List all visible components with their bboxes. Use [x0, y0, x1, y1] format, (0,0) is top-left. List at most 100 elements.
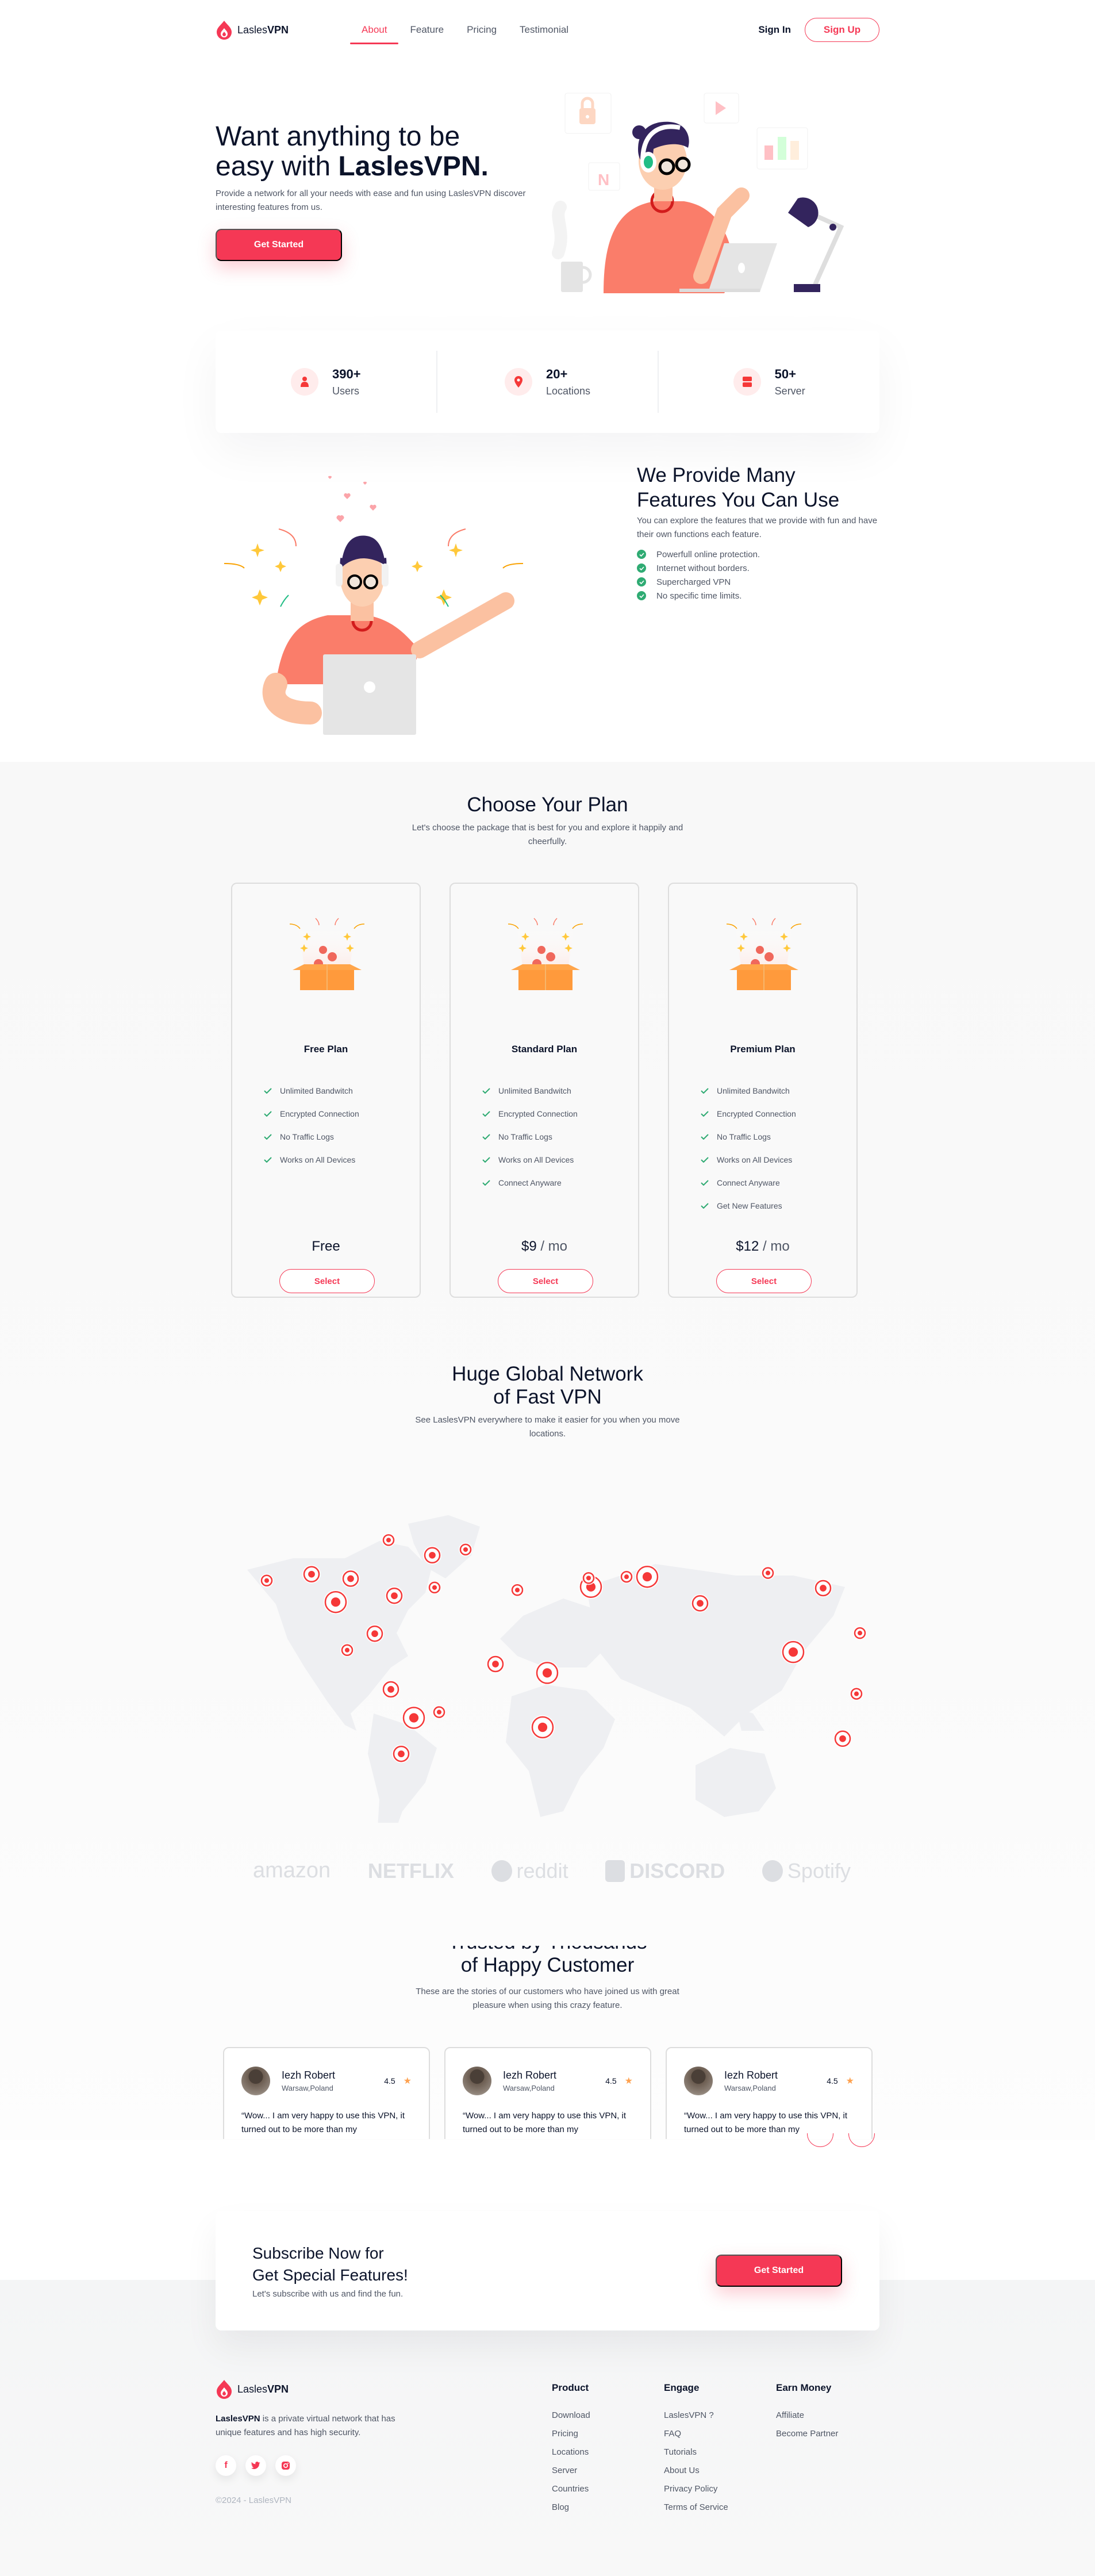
server-pin[interactable] — [761, 1566, 775, 1580]
plan-select-button[interactable]: Select — [716, 1269, 812, 1293]
stat-locations: 20+ Locations — [437, 351, 659, 413]
server-pin[interactable] — [423, 1546, 441, 1565]
testimonials-subtitle: These are the stories of our customers w… — [393, 1985, 703, 2012]
server-pin[interactable] — [260, 1573, 274, 1588]
partner-reddit-label: reddit — [516, 1858, 568, 1883]
server-pin[interactable] — [781, 1640, 805, 1665]
footer-link[interactable]: Become Partner — [776, 2428, 838, 2440]
reviewer-name: Iezh Robert — [724, 2069, 778, 2081]
server-pin[interactable] — [531, 1715, 555, 1739]
plan-feature: Works on All Devices — [482, 1148, 578, 1171]
twitter-icon[interactable] — [245, 2455, 266, 2476]
plan-price-period: / mo — [536, 1239, 568, 1254]
network-subtitle-line1: See LaslesVPN everywhere to make it easi… — [415, 1415, 680, 1425]
avatar — [241, 2067, 270, 2095]
server-pin[interactable] — [833, 1729, 852, 1748]
server-pin[interactable] — [814, 1579, 832, 1597]
footer-column-title: Engage — [664, 2382, 700, 2393]
stat-server-value: 50+ — [774, 366, 796, 381]
server-pin[interactable] — [382, 1533, 395, 1547]
footer-link[interactable]: LaslesVPN ? — [664, 2410, 728, 2421]
plan-feature-label: No Traffic Logs — [280, 1132, 334, 1141]
footer-link[interactable]: Server — [552, 2465, 590, 2477]
plan-feature: Works on All Devices — [701, 1148, 796, 1171]
footer-link[interactable]: Download — [552, 2410, 590, 2421]
server-pin[interactable] — [385, 1586, 404, 1605]
footer-link[interactable]: About Us — [664, 2465, 728, 2477]
plan-price: $9 / mo — [451, 1239, 638, 1255]
hero-title-brand: LaslesVPN. — [338, 151, 489, 182]
stat-users-label: Users — [332, 385, 360, 397]
check-icon — [701, 1155, 709, 1164]
sign-up-button[interactable]: Sign Up — [805, 18, 879, 42]
server-pin[interactable] — [582, 1571, 595, 1585]
copyright: ©2024 - LaslesVPN — [216, 2496, 291, 2505]
footer-link[interactable]: Countries — [552, 2483, 590, 2495]
footer-link[interactable]: Affiliate — [776, 2410, 838, 2421]
footer-column-product: Product Download Pricing Locations Server Cou… — [552, 2382, 590, 2520]
network-subtitle-line2: locations. — [529, 1429, 566, 1439]
footer-link[interactable]: Locations — [552, 2447, 590, 2458]
play-tile — [704, 93, 739, 124]
server-pin[interactable] — [853, 1626, 867, 1640]
nav-link-feature[interactable]: Feature — [398, 16, 455, 44]
instagram-icon[interactable] — [275, 2455, 296, 2476]
subscribe-get-started-button[interactable]: Get Started — [716, 2255, 842, 2287]
star-icon: ★ — [403, 2076, 412, 2086]
server-pin[interactable] — [535, 1661, 559, 1685]
footer-link[interactable]: Blog — [552, 2502, 590, 2513]
server-pin[interactable] — [302, 1565, 321, 1584]
footer-link[interactable]: Privacy Policy — [664, 2483, 728, 2495]
testimonial-header: Iezh Robert Warsaw,Poland 4.5 ★ — [241, 2067, 412, 2095]
server-pin[interactable] — [620, 1570, 633, 1584]
features-title-line2: Features You Can Use — [637, 489, 840, 511]
footer-link[interactable]: Pricing — [552, 2428, 590, 2440]
server-pin[interactable] — [510, 1583, 524, 1597]
server-pin[interactable] — [691, 1594, 709, 1613]
check-icon — [701, 1109, 709, 1118]
testimonial-card: Iezh Robert Warsaw,Poland 4.5 ★ “Wow... I … — [444, 2047, 651, 2139]
footer-column-engage: Engage LaslesVPN ? FAQ Tutorials About Us Pri… — [664, 2382, 728, 2520]
rating: 4.5 ★ — [605, 2075, 633, 2087]
stat-server: 50+ Server — [659, 351, 879, 413]
reviewer-location: Warsaw,Poland — [724, 2084, 776, 2092]
brand-logo[interactable]: LaslesVPN — [216, 20, 289, 40]
server-pin[interactable] — [428, 1580, 441, 1594]
features-title: We Provide Many Features You Can Use — [637, 463, 890, 512]
footer-link[interactable]: Terms of Service — [664, 2502, 728, 2513]
footer-link[interactable]: Tutorials — [664, 2447, 728, 2458]
location-pin-icon — [504, 368, 532, 396]
stat-users-value: 390+ — [332, 366, 361, 381]
server-pin[interactable] — [850, 1686, 863, 1701]
footer-link[interactable]: FAQ — [664, 2428, 728, 2440]
stat-server-label: Server — [774, 385, 805, 397]
hero-get-started-button[interactable]: Get Started — [216, 229, 342, 261]
facebook-icon[interactable]: f — [216, 2455, 236, 2476]
footer-logo[interactable]: LaslesVPN — [216, 2379, 289, 2399]
server-pin[interactable] — [341, 1569, 360, 1588]
plan-select-button[interactable]: Select — [279, 1269, 375, 1293]
server-pin[interactable] — [432, 1705, 446, 1719]
server-pin[interactable] — [392, 1745, 410, 1764]
sign-in-link[interactable]: Sign In — [758, 24, 791, 36]
server-pin[interactable] — [340, 1643, 354, 1657]
server-pin[interactable] — [486, 1655, 505, 1673]
nav-link-testimonial[interactable]: Testimonial — [508, 16, 580, 44]
plan-name: Free Plan — [303, 1044, 348, 1055]
server-pin[interactable] — [366, 1624, 384, 1643]
plan-select-button[interactable]: Select — [498, 1269, 593, 1293]
reviewer-location: Warsaw,Poland — [282, 2084, 333, 2092]
south-america — [368, 1713, 437, 1823]
subscribe-title-line2: Get Special Features! — [252, 2266, 408, 2284]
reviewer-name: Iezh Robert — [503, 2069, 557, 2081]
server-pin[interactable] — [402, 1705, 426, 1730]
netflix-tile: N — [588, 162, 620, 191]
server-pin[interactable] — [459, 1542, 472, 1557]
hero-title-line1: Want anything to be — [216, 121, 460, 152]
server-pin[interactable] — [324, 1590, 348, 1615]
nav-link-pricing[interactable]: Pricing — [455, 16, 508, 44]
testimonial-header: Iezh Robert Warsaw,Poland 4.5 ★ — [463, 2067, 633, 2095]
nav-link-about[interactable]: About — [350, 16, 399, 44]
server-pin[interactable] — [382, 1680, 400, 1699]
server-pin[interactable] — [635, 1565, 659, 1589]
